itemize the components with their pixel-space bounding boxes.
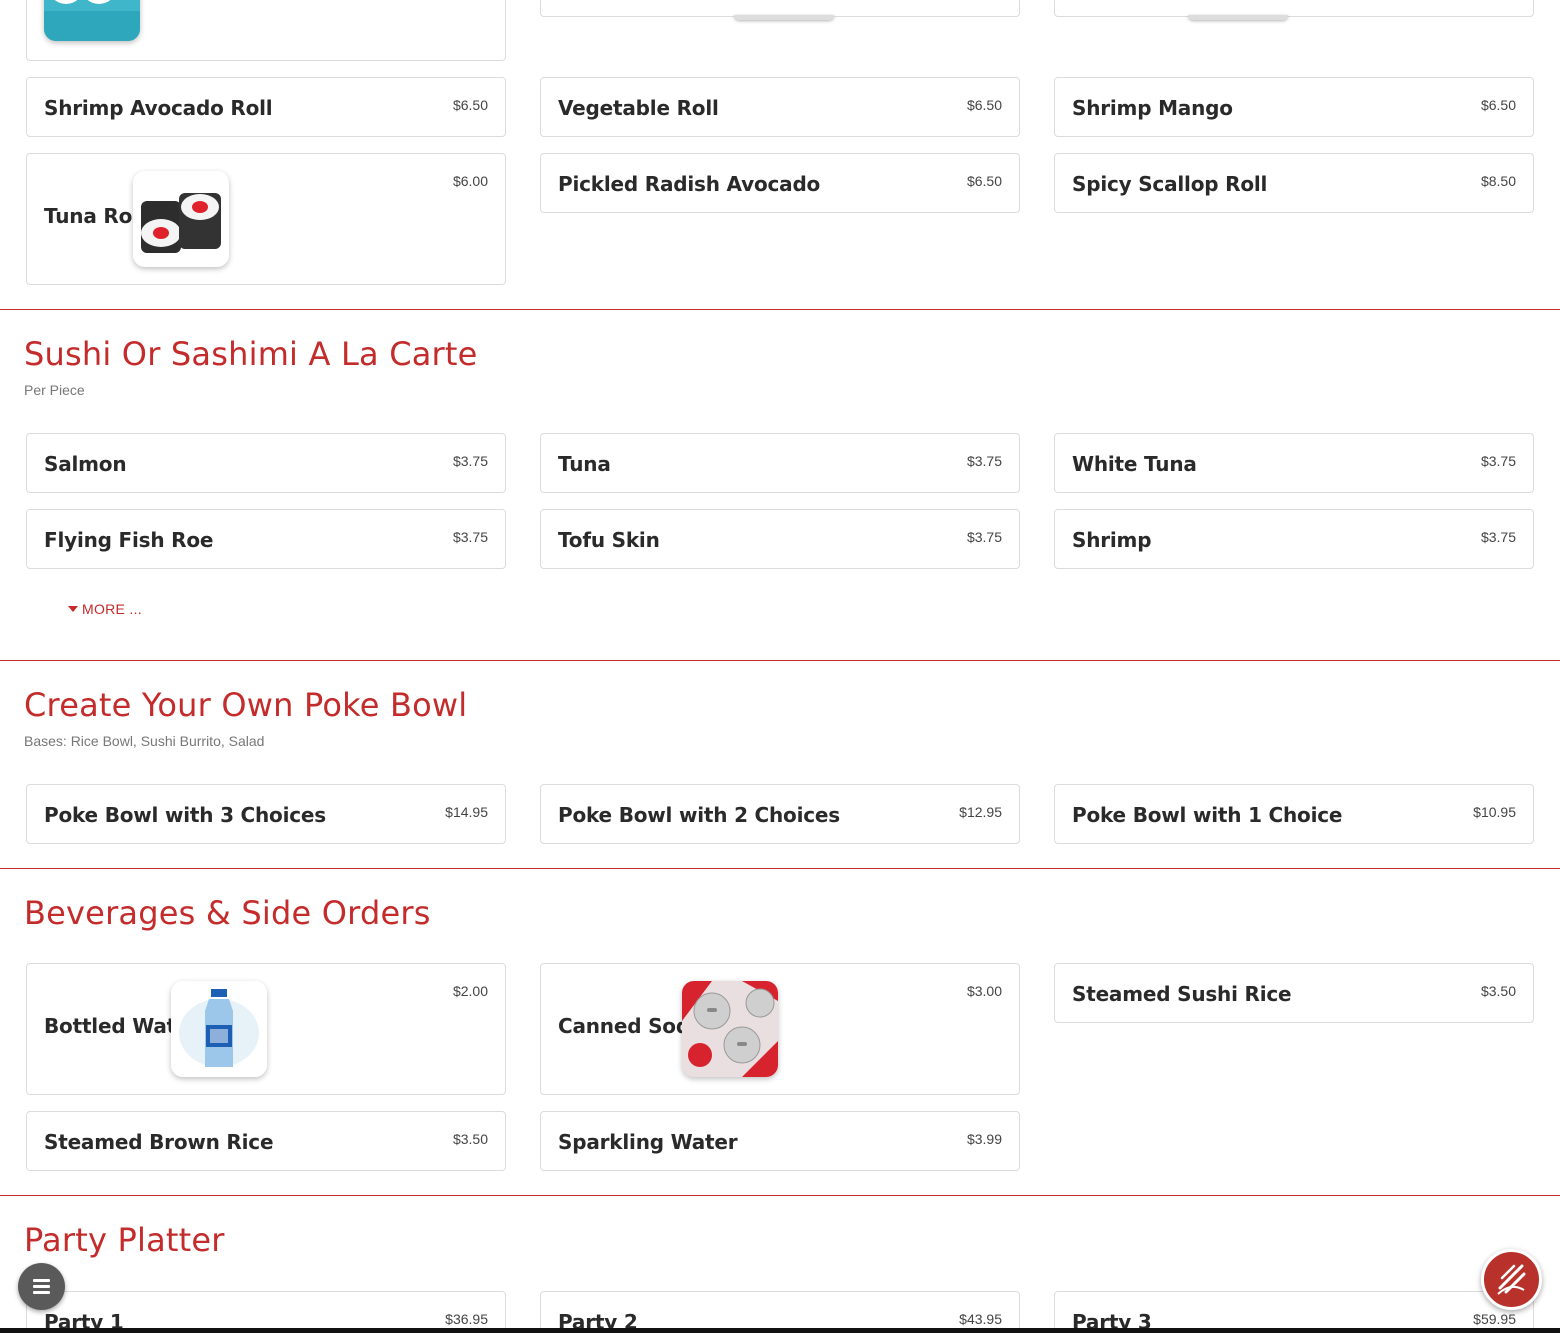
item-price: $14.95 xyxy=(445,804,488,820)
section-title: Sushi Or Sashimi A La Carte xyxy=(24,335,478,373)
menu-item-shrimp[interactable]: Shrimp $3.75 xyxy=(1054,509,1534,569)
item-name: Poke Bowl with 3 Choices xyxy=(44,803,326,827)
section-divider xyxy=(0,1195,1560,1196)
menu-item-sparkling-water[interactable]: Sparkling Water $3.99 xyxy=(540,1111,1020,1171)
section-divider xyxy=(0,309,1560,310)
more-items-link[interactable]: MORE ... xyxy=(68,601,142,617)
caret-down-icon xyxy=(68,606,78,612)
menu-item-card[interactable] xyxy=(540,0,1020,20)
menu-item-party-1[interactable]: Party 1 $36.95 xyxy=(26,1291,506,1333)
menu-item-party-2[interactable]: Party 2 $43.95 xyxy=(540,1291,1020,1333)
item-price: $3.00 xyxy=(966,983,1002,999)
bottled-water-image xyxy=(171,981,267,1077)
item-name: Poke Bowl with 2 Choices xyxy=(558,803,840,827)
hamburger-menu-icon[interactable] xyxy=(18,1263,65,1310)
item-price: $2.00 xyxy=(452,983,488,999)
item-name: White Tuna xyxy=(1072,452,1197,476)
item-name: Vegetable Roll xyxy=(558,96,719,120)
menu-item-shrimp-mango[interactable]: Shrimp Mango $6.50 xyxy=(1054,77,1534,137)
item-image-edge xyxy=(1188,15,1288,20)
section-divider xyxy=(0,660,1560,661)
california-roll-image xyxy=(44,0,140,41)
section-divider xyxy=(0,868,1560,869)
menu-item-vegetable-roll[interactable]: Vegetable Roll $6.50 xyxy=(540,77,1020,137)
item-price: $43.95 xyxy=(959,1311,1002,1327)
section-title: Create Your Own Poke Bowl xyxy=(24,686,468,724)
menu-item-poke-bowl-3[interactable]: Poke Bowl with 3 Choices $14.95 xyxy=(26,784,506,844)
menu-item-tuna[interactable]: Tuna $3.75 xyxy=(540,433,1020,493)
menu-item-poke-bowl-2[interactable]: Poke Bowl with 2 Choices $12.95 xyxy=(540,784,1020,844)
item-name: Tuna Roll xyxy=(44,204,146,228)
item-image-edge xyxy=(734,15,834,20)
more-link-label: MORE ... xyxy=(82,601,142,617)
item-name: Shrimp xyxy=(1072,528,1152,552)
item-price: $3.75 xyxy=(452,453,488,469)
menu-item-bottled-water[interactable]: Bottled Water $2.00 xyxy=(26,963,506,1095)
item-price: $36.95 xyxy=(445,1311,488,1327)
item-price: $3.75 xyxy=(1480,529,1516,545)
bottom-edge-bar xyxy=(0,1328,1560,1333)
menu-item-card[interactable] xyxy=(1054,0,1534,20)
item-name: Tuna xyxy=(558,452,611,476)
menu-item-white-tuna[interactable]: White Tuna $3.75 xyxy=(1054,433,1534,493)
tuna-roll-image xyxy=(133,171,229,267)
canned-soda-image xyxy=(682,981,778,1077)
item-price: $6.50 xyxy=(966,97,1002,113)
item-price: $8.50 xyxy=(1480,173,1516,189)
menu-item-spicy-scallop-roll[interactable]: Spicy Scallop Roll $8.50 xyxy=(1054,153,1534,213)
item-name: Shrimp Avocado Roll xyxy=(44,96,273,120)
item-price: $3.75 xyxy=(966,529,1002,545)
menu-item-flying-fish-roe[interactable]: Flying Fish Roe $3.75 xyxy=(26,509,506,569)
item-price: $3.75 xyxy=(452,529,488,545)
menu-item-tuna-roll[interactable]: Tuna Roll $6.00 xyxy=(26,153,506,285)
menu-item-card[interactable] xyxy=(26,0,506,61)
menu-item-pickled-radish-avocado[interactable]: Pickled Radish Avocado $6.50 xyxy=(540,153,1020,213)
section-title: Beverages & Side Orders xyxy=(24,894,431,932)
item-price: $10.95 xyxy=(1473,804,1516,820)
section-title: Party Platter xyxy=(24,1221,225,1259)
menu-item-poke-bowl-1[interactable]: Poke Bowl with 1 Choice $10.95 xyxy=(1054,784,1534,844)
item-name: Steamed Sushi Rice xyxy=(1072,982,1292,1006)
order-online-icon[interactable] xyxy=(1481,1249,1542,1310)
section-description: Per Piece xyxy=(24,382,85,398)
menu-item-shrimp-avocado-roll[interactable]: Shrimp Avocado Roll $6.50 xyxy=(26,77,506,137)
item-price: $6.50 xyxy=(966,173,1002,189)
item-price: $6.50 xyxy=(1480,97,1516,113)
item-price: $3.75 xyxy=(966,453,1002,469)
item-name: Sparkling Water xyxy=(558,1130,738,1154)
item-price: $3.75 xyxy=(1480,453,1516,469)
item-price: $6.00 xyxy=(452,173,488,189)
menu-item-steamed-sushi-rice[interactable]: Steamed Sushi Rice $3.50 xyxy=(1054,963,1534,1023)
item-price: $6.50 xyxy=(452,97,488,113)
menu-item-canned-soda[interactable]: Canned Soda $3.00 xyxy=(540,963,1020,1095)
item-name: Shrimp Mango xyxy=(1072,96,1233,120)
menu-item-tofu-skin[interactable]: Tofu Skin $3.75 xyxy=(540,509,1020,569)
item-price: $59.95 xyxy=(1473,1311,1516,1327)
menu-item-salmon[interactable]: Salmon $3.75 xyxy=(26,433,506,493)
item-name: Tofu Skin xyxy=(558,528,660,552)
item-name: Flying Fish Roe xyxy=(44,528,214,552)
item-price: $3.99 xyxy=(966,1131,1002,1147)
item-price: $12.95 xyxy=(959,804,1002,820)
item-price: $3.50 xyxy=(452,1131,488,1147)
item-name: Pickled Radish Avocado xyxy=(558,172,821,196)
item-name: Steamed Brown Rice xyxy=(44,1130,274,1154)
item-name: Poke Bowl with 1 Choice xyxy=(1072,803,1343,827)
item-price: $3.50 xyxy=(1480,983,1516,999)
item-name: Spicy Scallop Roll xyxy=(1072,172,1268,196)
section-description: Bases: Rice Bowl, Sushi Burrito, Salad xyxy=(24,733,265,749)
item-name: Salmon xyxy=(44,452,127,476)
menu-item-steamed-brown-rice[interactable]: Steamed Brown Rice $3.50 xyxy=(26,1111,506,1171)
menu-item-party-3[interactable]: Party 3 $59.95 xyxy=(1054,1291,1534,1333)
